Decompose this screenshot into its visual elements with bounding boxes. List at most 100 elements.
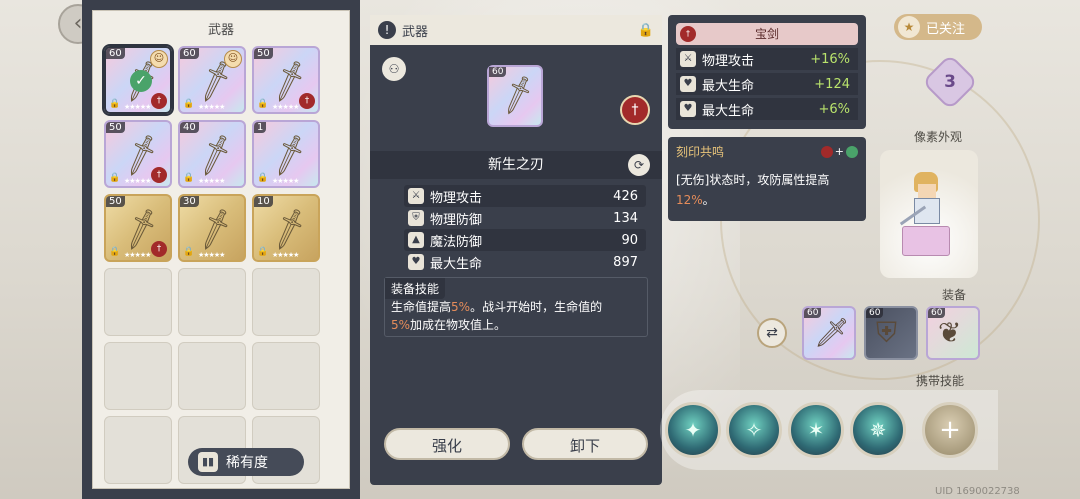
resonance-plus: + bbox=[834, 145, 844, 158]
follow-label: 已关注 bbox=[926, 21, 966, 37]
empty-slot[interactable] bbox=[104, 342, 172, 410]
add-skill-icon[interactable]: + bbox=[922, 402, 978, 458]
weapon-level: 10 bbox=[254, 196, 273, 207]
bonus-row: ♥ 最大生命 +6% bbox=[676, 98, 858, 120]
star-rating-icon: ★★★★★ bbox=[272, 103, 299, 111]
weapon-level: 60 bbox=[106, 48, 125, 59]
shield-icon: ⛨ bbox=[408, 210, 424, 226]
empty-slot[interactable] bbox=[104, 268, 172, 336]
bonus-value: +124 bbox=[814, 76, 850, 92]
lock-icon[interactable]: 🔒 bbox=[638, 23, 654, 38]
skill-slot-1-icon[interactable]: ✦ bbox=[665, 402, 721, 458]
heart-icon: ♥ bbox=[680, 76, 696, 92]
weapon-slot[interactable]: 60🗡☺✓†🔒★★★★★ bbox=[104, 46, 172, 114]
owner-avatar-icon: ☺ bbox=[224, 50, 242, 68]
weapon-slot[interactable]: 10 🗡 🔒 ★★★★★ bbox=[252, 194, 320, 262]
weapon-slot[interactable]: 40 🗡 🔒 ★★★★★ bbox=[178, 120, 246, 188]
resonance-header: 刻印共鸣 + bbox=[676, 143, 858, 160]
weapon-slot[interactable]: 50 🗡 † 🔒 ★★★★★ bbox=[104, 120, 172, 188]
green-engraving-icon bbox=[846, 145, 858, 158]
resonance-description: [无伤]状态时，攻防属性提高 12%。 bbox=[676, 170, 858, 210]
sword-emblem-icon: † bbox=[680, 26, 696, 42]
inventory-panel: 武器 60🗡☺✓†🔒★★★★★60🗡☺🔒★★★★★50🗡†🔒★★★★★50🗡†🔒… bbox=[82, 0, 360, 499]
skill-text-1: 生命值提高 bbox=[391, 300, 452, 314]
bonus-row: ♥ 最大生命 +124 bbox=[676, 73, 858, 95]
pixel-character-face bbox=[918, 184, 936, 198]
empty-slot[interactable] bbox=[178, 268, 246, 336]
equipment-slot[interactable]: 60 🗡 bbox=[802, 306, 856, 360]
equipment-label: 装备 bbox=[942, 288, 967, 302]
skill-highlight-1: 5% bbox=[451, 300, 471, 314]
sword-type-emblem-icon: † bbox=[620, 95, 650, 125]
stat-row: ⚔ 物理攻击 426 bbox=[404, 185, 646, 207]
skill-title: 装备技能 bbox=[385, 278, 446, 299]
weapon-slot[interactable]: 1 🗡 🔒 ★★★★★ bbox=[252, 120, 320, 188]
heart-icon: ♥ bbox=[680, 101, 696, 117]
unequip-button[interactable]: 卸下 bbox=[522, 428, 648, 460]
bar-chart-icon: ▮▮ bbox=[198, 452, 218, 472]
item-level: 60 bbox=[489, 67, 507, 77]
weapon-slot[interactable]: 50 🗡 † 🔒 ★★★★★ bbox=[252, 46, 320, 114]
engraving-badge-icon: † bbox=[151, 93, 167, 109]
sword-icon: 🗡 bbox=[189, 130, 241, 180]
stat-label: 魔法防御 bbox=[430, 234, 483, 250]
star-rating-icon: ★★★★★ bbox=[124, 177, 151, 185]
lock-icon: 🔒 bbox=[183, 99, 195, 109]
stat-label: 物理攻击 bbox=[430, 190, 483, 206]
weapon-slot[interactable]: 30 🗡 🔒 ★★★★★ bbox=[178, 194, 246, 262]
equipment-slot[interactable]: 60 ❦ bbox=[926, 306, 980, 360]
star-rating-icon: ★★★★★ bbox=[124, 251, 151, 259]
equipment-slot[interactable]: 60 ⛨ bbox=[864, 306, 918, 360]
skill-text-3: 加成在物攻值上。 bbox=[410, 318, 507, 332]
star-rating-icon: ★★★★★ bbox=[124, 103, 151, 111]
stat-row: ⛨ 物理防御 134 bbox=[404, 207, 646, 229]
heart-icon: ♥ bbox=[408, 254, 424, 270]
skill-slot-4-icon[interactable]: ✵ bbox=[850, 402, 906, 458]
refresh-icon[interactable]: ⟳ bbox=[628, 154, 650, 176]
star-rating-icon: ★★★★★ bbox=[198, 103, 225, 111]
swap-equipment-icon[interactable]: ⇄ bbox=[757, 318, 787, 348]
weapon-slot[interactable]: 60 🗡 ☺ 🔒 ★★★★★ bbox=[178, 46, 246, 114]
sword-icon: 🗡 bbox=[263, 204, 315, 254]
skill-slot-2-icon[interactable]: ✧ bbox=[726, 402, 782, 458]
empty-slot[interactable] bbox=[252, 268, 320, 336]
lock-icon: 🔒 bbox=[257, 99, 269, 109]
lock-icon: 🔒 bbox=[109, 173, 121, 183]
red-engraving-icon bbox=[820, 145, 833, 158]
engraving-resonance-panel: 刻印共鸣 + [无伤]状态时，攻防属性提高 12%。 bbox=[668, 137, 866, 221]
sword-icon: 🗡 bbox=[814, 316, 850, 349]
rarity-label: 稀有度 bbox=[226, 455, 268, 471]
stat-label: 物理防御 bbox=[430, 212, 483, 228]
owner-avatar-icon: ☺ bbox=[150, 50, 168, 68]
bonus-value: +6% bbox=[818, 101, 850, 117]
weapon-detail-panel: ! 武器 🔒 ⚇ 60 🗡 † 新生之刃 ⟳ ⚔ 物理攻击 426 ⛨ 物理防御 134 ▲… bbox=[370, 15, 662, 485]
enhance-button[interactable]: 强化 bbox=[384, 428, 510, 460]
item-preview: 60 🗡 bbox=[487, 65, 543, 127]
bonus-label: 最大生命 bbox=[702, 78, 755, 94]
lock-icon: 🔒 bbox=[109, 99, 121, 109]
skill-slot-3-icon[interactable]: ✶ bbox=[788, 402, 844, 458]
bonus-label: 最大生命 bbox=[702, 103, 755, 119]
lock-icon: 🔒 bbox=[109, 247, 121, 257]
weapon-level: 50 bbox=[106, 122, 125, 133]
detail-header-label: 武器 bbox=[402, 24, 429, 40]
follow-button[interactable]: ★ 已关注 bbox=[894, 14, 982, 40]
weapon-level: 60 bbox=[180, 48, 199, 59]
empty-slot[interactable] bbox=[104, 416, 172, 484]
sword-icon: ⚔ bbox=[680, 51, 696, 67]
resonance-icons: + bbox=[820, 145, 858, 158]
empty-slot[interactable] bbox=[178, 342, 246, 410]
lock-icon: 🔒 bbox=[257, 173, 269, 183]
weapon-level: 1 bbox=[254, 122, 267, 133]
star-icon: ★ bbox=[898, 16, 920, 38]
empty-slot[interactable] bbox=[252, 342, 320, 410]
stat-row: ▲ 魔法防御 90 bbox=[404, 229, 646, 251]
inventory-title: 武器 bbox=[207, 23, 234, 38]
skill-text-2: 。战斗开始时，生命值的 bbox=[470, 300, 603, 314]
weapon-slot[interactable]: 50 🗡 † 🔒 ★★★★★ bbox=[104, 194, 172, 262]
engraving-badge-icon: † bbox=[151, 167, 167, 183]
pixel-appearance-label: 像素外观 bbox=[914, 130, 963, 144]
rarity-sort-button[interactable]: ▮▮ 稀有度 bbox=[188, 448, 304, 476]
character-swap-icon[interactable]: ⚇ bbox=[382, 57, 406, 81]
armor-icon: ⛨ bbox=[876, 316, 898, 349]
